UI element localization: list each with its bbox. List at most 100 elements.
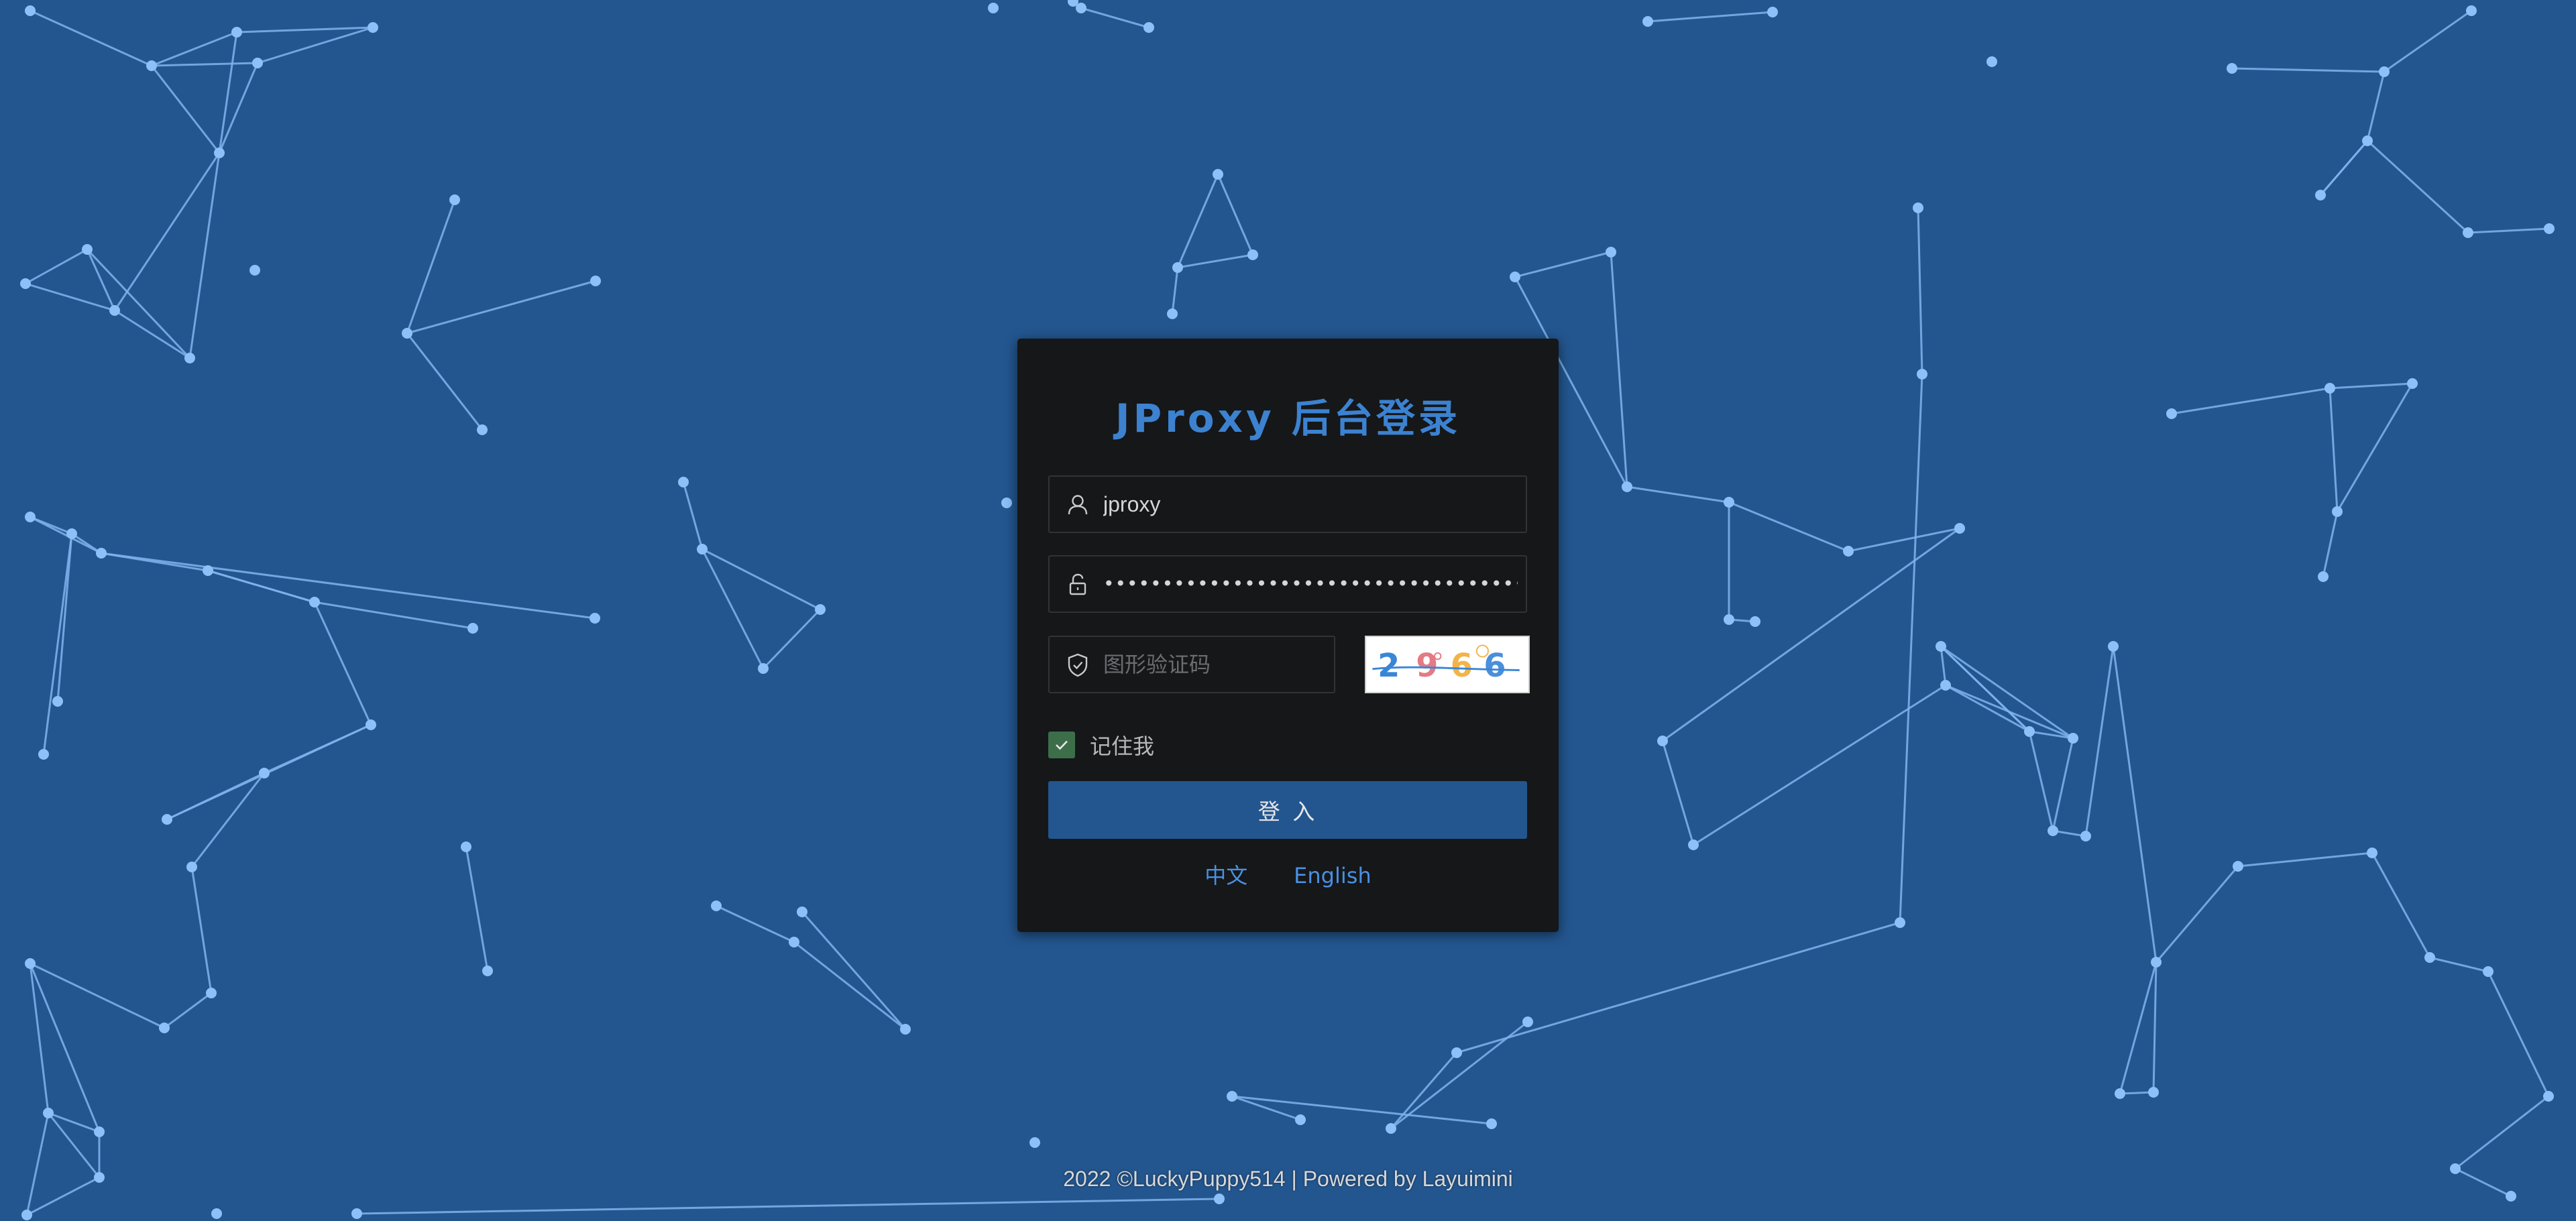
network-node [231, 27, 242, 38]
network-node [2483, 966, 2494, 977]
network-node [2424, 952, 2435, 963]
network-link [1661, 740, 1695, 846]
network-node [1843, 546, 1854, 557]
login-button[interactable]: 登 入 [1048, 781, 1527, 839]
network-link [2455, 1095, 2549, 1170]
network-node [1510, 272, 1520, 282]
network-node [366, 719, 376, 730]
network-node [1143, 22, 1154, 33]
network-node [2024, 726, 2035, 737]
remember-me-checkbox[interactable]: 记住我 [1048, 730, 1154, 760]
network-link [406, 333, 484, 430]
network-node [1606, 247, 1616, 257]
network-node [2367, 848, 2377, 858]
network-node [2332, 506, 2343, 517]
password-input[interactable]: ••••••••••••••••••••••••••••••••••••••••… [1103, 557, 1518, 612]
network-node [82, 244, 93, 255]
network-link [682, 481, 704, 550]
network-node [2108, 641, 2119, 652]
network-node [1954, 523, 1965, 534]
network-link [30, 516, 72, 535]
network-link [406, 280, 596, 335]
network-link [1917, 207, 1923, 375]
login-page: JProxy 后台登录 ••••••••••••••••••••••••••••… [0, 0, 2576, 1221]
network-node [25, 958, 36, 969]
network-link [2028, 731, 2054, 831]
network-node [184, 353, 195, 363]
network-link [2155, 866, 2239, 963]
network-link [164, 992, 212, 1029]
footer-copyright: 2022 ©LuckyPuppy514 | Powered by Layuimi… [1063, 1167, 1513, 1191]
network-node [2148, 1087, 2159, 1098]
network-link [42, 533, 73, 755]
language-chinese-link[interactable]: 中文 [1205, 863, 1247, 888]
network-node [2080, 831, 2091, 841]
network-link [30, 9, 152, 67]
network-link [264, 723, 372, 774]
network-link [2366, 139, 2469, 234]
network-link [101, 552, 209, 572]
network-node [590, 276, 601, 286]
network-link [314, 601, 473, 630]
network-node [1622, 481, 1632, 492]
network-link [1217, 174, 1254, 255]
captcha-field [1048, 636, 1335, 693]
network-link [190, 772, 266, 868]
network-link [2231, 67, 2385, 73]
network-node [20, 278, 31, 289]
network-link [465, 846, 489, 972]
network-link [1390, 1021, 1528, 1130]
network-link [1456, 921, 1901, 1054]
network-link [2384, 9, 2472, 73]
network-node [1936, 641, 1946, 652]
network-node [815, 604, 826, 615]
network-node [461, 841, 471, 852]
network-node [2315, 190, 2326, 200]
network-link [2336, 383, 2414, 512]
network-link [2329, 388, 2339, 512]
svg-text:2: 2 [1378, 648, 1400, 685]
network-link [56, 533, 73, 702]
captcha-image[interactable]: 2 9 6 6 [1365, 636, 1530, 693]
network-link [236, 26, 374, 34]
network-node [789, 937, 799, 947]
network-node [1940, 680, 1951, 691]
network-link [1177, 253, 1253, 269]
network-node [2068, 733, 2078, 744]
network-node [368, 22, 378, 33]
network-link [313, 601, 372, 725]
username-field [1048, 475, 1527, 533]
network-link [2152, 962, 2158, 1093]
network-node [2233, 861, 2243, 872]
network-link [30, 516, 102, 555]
network-link [188, 152, 221, 359]
network-node [2407, 378, 2418, 389]
network-node [1172, 262, 1183, 273]
network-link [701, 548, 765, 669]
captcha-input[interactable] [1103, 637, 1326, 692]
network-node [590, 613, 600, 624]
network-link [801, 911, 907, 1030]
network-link [150, 65, 221, 154]
network-link [151, 62, 258, 67]
network-node [2151, 957, 2162, 968]
password-field: ••••••••••••••••••••••••••••••••••••••••… [1048, 555, 1527, 613]
network-node [1029, 1137, 1040, 1148]
check-icon [1048, 732, 1075, 758]
network-node [2166, 408, 2177, 419]
network-node [900, 1024, 911, 1035]
network-node [66, 528, 77, 539]
network-link [2237, 852, 2373, 868]
network-link [1626, 485, 1730, 504]
network-link [1080, 7, 1150, 29]
network-node [1214, 1194, 1225, 1204]
user-icon [1064, 491, 1091, 518]
network-node [697, 544, 708, 555]
username-input[interactable] [1103, 477, 1518, 532]
network-node [162, 814, 172, 825]
login-title: JProxy 后台登录 [1115, 396, 1461, 441]
network-node [186, 862, 197, 872]
language-english-link[interactable]: English [1294, 863, 1371, 888]
network-link [406, 199, 456, 334]
network-node [38, 749, 49, 760]
